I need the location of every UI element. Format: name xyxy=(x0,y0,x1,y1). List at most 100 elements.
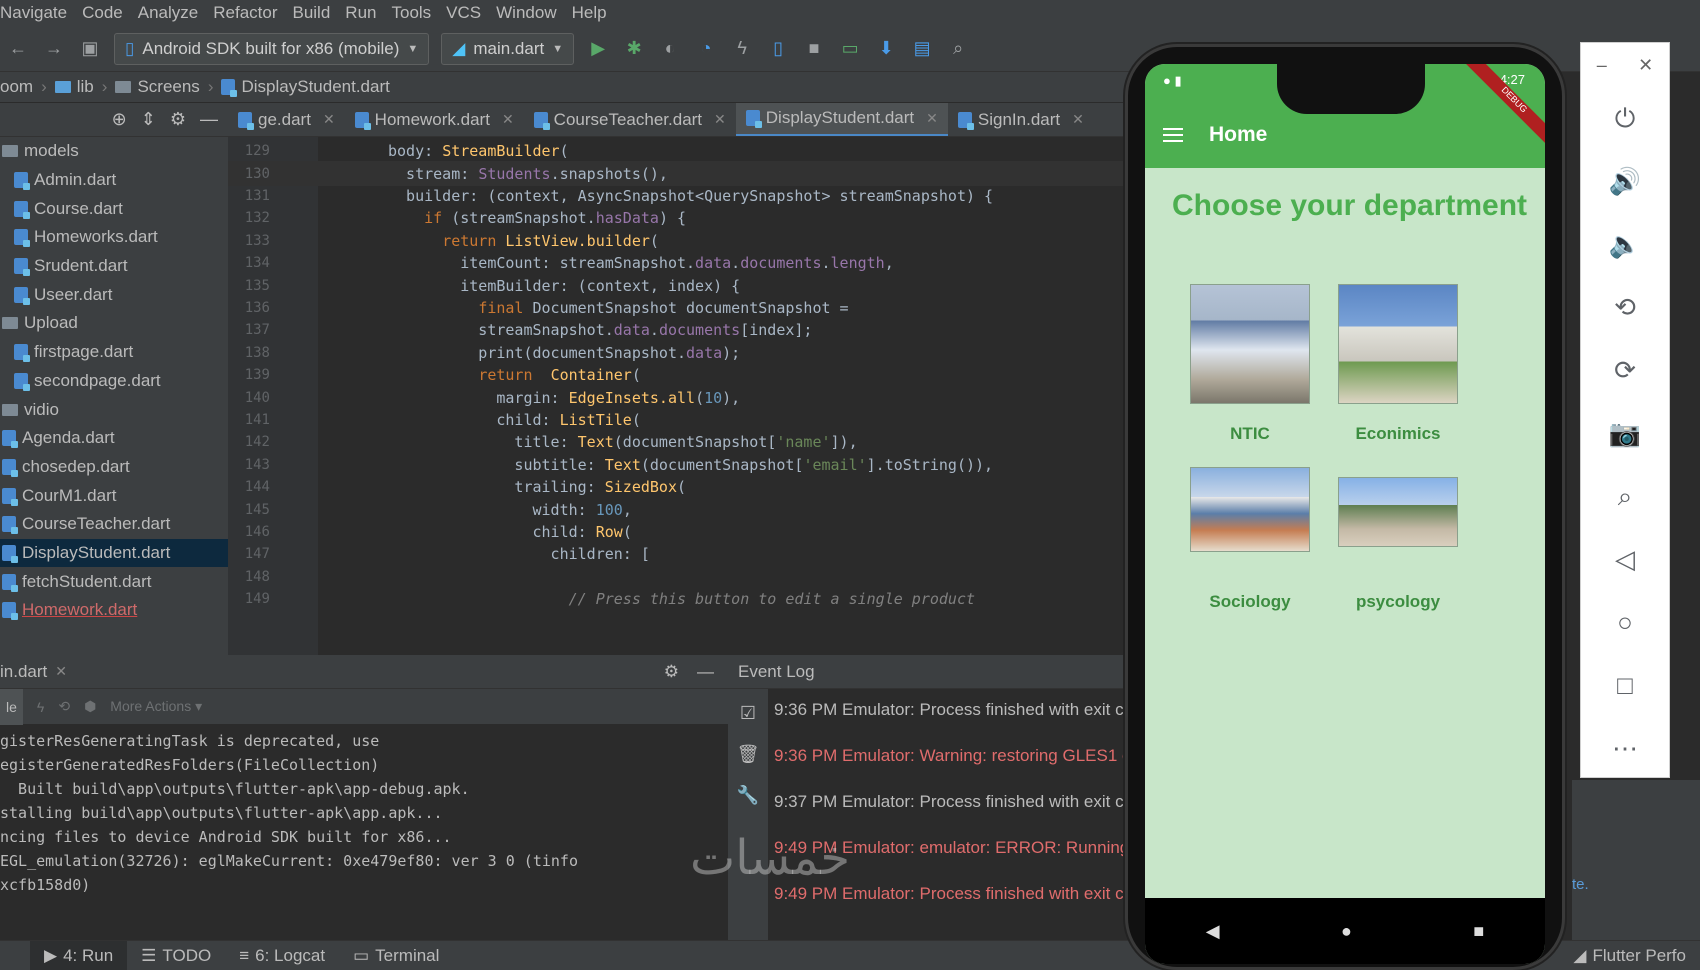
run-tab[interactable]: in.dart ✕ xyxy=(0,662,67,682)
rotate-left-icon[interactable]: ⟲ xyxy=(1581,276,1669,339)
menu-vcs[interactable]: VCS xyxy=(446,3,481,23)
code-editor[interactable]: 129 body: StreamBuilder(130 stream: Stude… xyxy=(228,137,1130,655)
breadcrumb-item[interactable]: DisplayStudent.dart xyxy=(221,77,390,97)
power-icon[interactable]: ⏻ xyxy=(1581,87,1669,150)
minimize-icon[interactable]: — xyxy=(200,109,218,130)
editor-tab[interactable]: ge.dart ✕ xyxy=(228,103,345,136)
tool-window-button[interactable]: ▭ Terminal xyxy=(339,941,453,970)
stop-icon[interactable]: ■ xyxy=(802,37,826,61)
tree-item[interactable]: CourseTeacher.dart xyxy=(0,510,228,539)
tree-item[interactable]: fetchStudent.dart xyxy=(0,567,228,596)
menu-run[interactable]: Run xyxy=(345,3,376,23)
tree-item[interactable]: Upload xyxy=(0,309,228,338)
event-link[interactable]: te. xyxy=(1572,876,1589,893)
event-log-entry[interactable]: 9:36 PM Emulator: Warning: restoring GLE… xyxy=(774,745,1130,791)
department-card-economics[interactable]: Econimics xyxy=(1338,284,1458,444)
tree-item[interactable]: firstpage.dart xyxy=(0,338,228,367)
department-card-sociology[interactable]: Sociology xyxy=(1190,467,1310,612)
tree-item[interactable]: models xyxy=(0,137,228,166)
minimize-icon[interactable]: – xyxy=(1597,55,1607,76)
close-icon[interactable]: ✕ xyxy=(714,111,726,128)
menu-help[interactable]: Help xyxy=(572,3,607,23)
hot-restart-icon[interactable]: ⟲ xyxy=(58,698,70,715)
collapse-all-icon[interactable]: ⇕ xyxy=(141,109,156,130)
tree-item[interactable]: secondpage.dart xyxy=(0,367,228,396)
editor-tab[interactable]: CourseTeacher.dart ✕ xyxy=(524,103,736,136)
nav-overview-icon[interactable]: ■ xyxy=(1473,921,1484,942)
run-config-selector[interactable]: ◢ main.dart ▼ xyxy=(441,32,575,65)
tool-window-button[interactable]: ▶ 4: Run xyxy=(30,940,128,970)
console-tab[interactable]: le xyxy=(0,688,23,725)
editor-tab[interactable]: DisplayStudent.dart ✕ xyxy=(735,103,948,136)
hot-reload-icon[interactable]: ϟ xyxy=(37,699,44,715)
menu-navigate[interactable]: Navigate xyxy=(0,3,67,23)
locate-icon[interactable]: ⊕ xyxy=(112,109,127,130)
home-icon[interactable]: ○ xyxy=(1581,591,1669,654)
camera-icon[interactable]: 📷 xyxy=(1581,402,1669,465)
gear-icon[interactable]: ⚙ xyxy=(664,662,679,682)
volume-up-icon[interactable]: 🔊 xyxy=(1581,150,1669,213)
gear-icon[interactable]: ⚙ xyxy=(170,109,186,130)
trash-icon[interactable]: 🗑 xyxy=(737,744,760,765)
close-icon[interactable]: ✕ xyxy=(1638,55,1653,76)
tree-item[interactable]: Useer.dart xyxy=(0,280,228,309)
run-icon[interactable]: ▶ xyxy=(586,37,610,61)
apply-changes-icon[interactable]: ϟ xyxy=(730,37,754,61)
hamburger-menu-icon[interactable] xyxy=(1163,128,1183,142)
tree-item[interactable]: Homework.dart xyxy=(0,596,228,625)
sdk-manager-icon[interactable]: ⬇ xyxy=(874,37,898,61)
device-selector[interactable]: ▯ Android SDK built for x86 (mobile) ▼ xyxy=(114,32,430,65)
volume-down-icon[interactable]: 🔈 xyxy=(1581,213,1669,276)
back-icon[interactable]: ◁ xyxy=(1581,528,1669,591)
mark-read-icon[interactable]: ☑ xyxy=(740,703,756,724)
tree-item[interactable]: Agenda.dart xyxy=(0,424,228,453)
department-card-psychology[interactable]: psycology xyxy=(1338,467,1458,612)
breadcrumb-item[interactable]: lib xyxy=(54,77,94,97)
project-structure-icon[interactable]: ▤ xyxy=(910,37,934,61)
tree-item[interactable]: Srudent.dart xyxy=(0,252,228,281)
menu-window[interactable]: Window xyxy=(496,3,556,23)
menu-code[interactable]: Code xyxy=(82,3,123,23)
tree-item[interactable]: CourM1.dart xyxy=(0,481,228,510)
tree-item[interactable]: Course.dart xyxy=(0,194,228,223)
avd-manager-icon[interactable]: ▭ xyxy=(838,37,862,61)
apply-code-icon[interactable]: ▯ xyxy=(766,37,790,61)
event-log-entry[interactable]: 9:49 PM Emulator: Process finished with … xyxy=(774,883,1130,929)
rotate-right-icon[interactable]: ⟳ xyxy=(1581,339,1669,402)
attach-icon[interactable]: ◐ xyxy=(658,37,682,61)
tree-item[interactable]: DisplayStudent.dart xyxy=(0,538,228,568)
more-icon[interactable]: ⋯ xyxy=(1581,717,1669,780)
back-arrow-icon[interactable]: ← xyxy=(6,37,30,61)
event-log-entry[interactable]: 9:36 PM Emulator: Process finished with … xyxy=(774,699,1130,745)
close-icon[interactable]: ✕ xyxy=(1072,111,1084,128)
close-icon[interactable]: ✕ xyxy=(926,110,938,127)
menu-tools[interactable]: Tools xyxy=(391,3,431,23)
zoom-icon[interactable]: ⌕ xyxy=(1581,465,1669,528)
tree-item[interactable]: chosedep.dart xyxy=(0,453,228,482)
tree-item[interactable]: Homeworks.dart xyxy=(0,223,228,252)
tool-window-button[interactable]: ☰ TODO xyxy=(127,941,225,970)
menu-build[interactable]: Build xyxy=(292,3,330,23)
tool-window-button[interactable]: ◢ Flutter Perfo xyxy=(1559,941,1700,970)
debug-bug-icon[interactable]: ✱ xyxy=(622,37,646,61)
menu-refactor[interactable]: Refactor xyxy=(213,3,277,23)
tree-item[interactable]: vidio xyxy=(0,395,228,424)
minimize-icon[interactable]: — xyxy=(697,662,714,682)
tool-window-button[interactable]: ≡ 6: Logcat xyxy=(225,941,339,970)
more-actions-dropdown[interactable]: More Actions ▾ xyxy=(110,698,202,715)
close-icon[interactable]: ✕ xyxy=(502,111,514,128)
breadcrumb-item[interactable]: oom xyxy=(0,77,33,97)
breadcrumb-item[interactable]: Screens xyxy=(115,77,200,97)
phone-screen[interactable]: 4:27 ● ▮ Home DEBUG Choose your departme… xyxy=(1145,64,1545,964)
close-icon[interactable]: ✕ xyxy=(323,111,335,128)
search-icon[interactable]: ⌕ xyxy=(946,37,970,61)
stop-app-icon[interactable]: ⬢ xyxy=(84,698,96,715)
nav-home-icon[interactable]: ● xyxy=(1341,921,1352,942)
layout-icon[interactable]: ▣ xyxy=(78,37,102,61)
profile-icon[interactable]: ◔ xyxy=(694,37,718,61)
department-card-ntic[interactable]: NTIC xyxy=(1190,284,1310,444)
nav-back-icon[interactable]: ◀ xyxy=(1206,921,1220,942)
menu-analyze[interactable]: Analyze xyxy=(138,3,198,23)
editor-tab[interactable]: Homework.dart ✕ xyxy=(345,103,524,136)
overview-icon[interactable]: □ xyxy=(1581,654,1669,717)
